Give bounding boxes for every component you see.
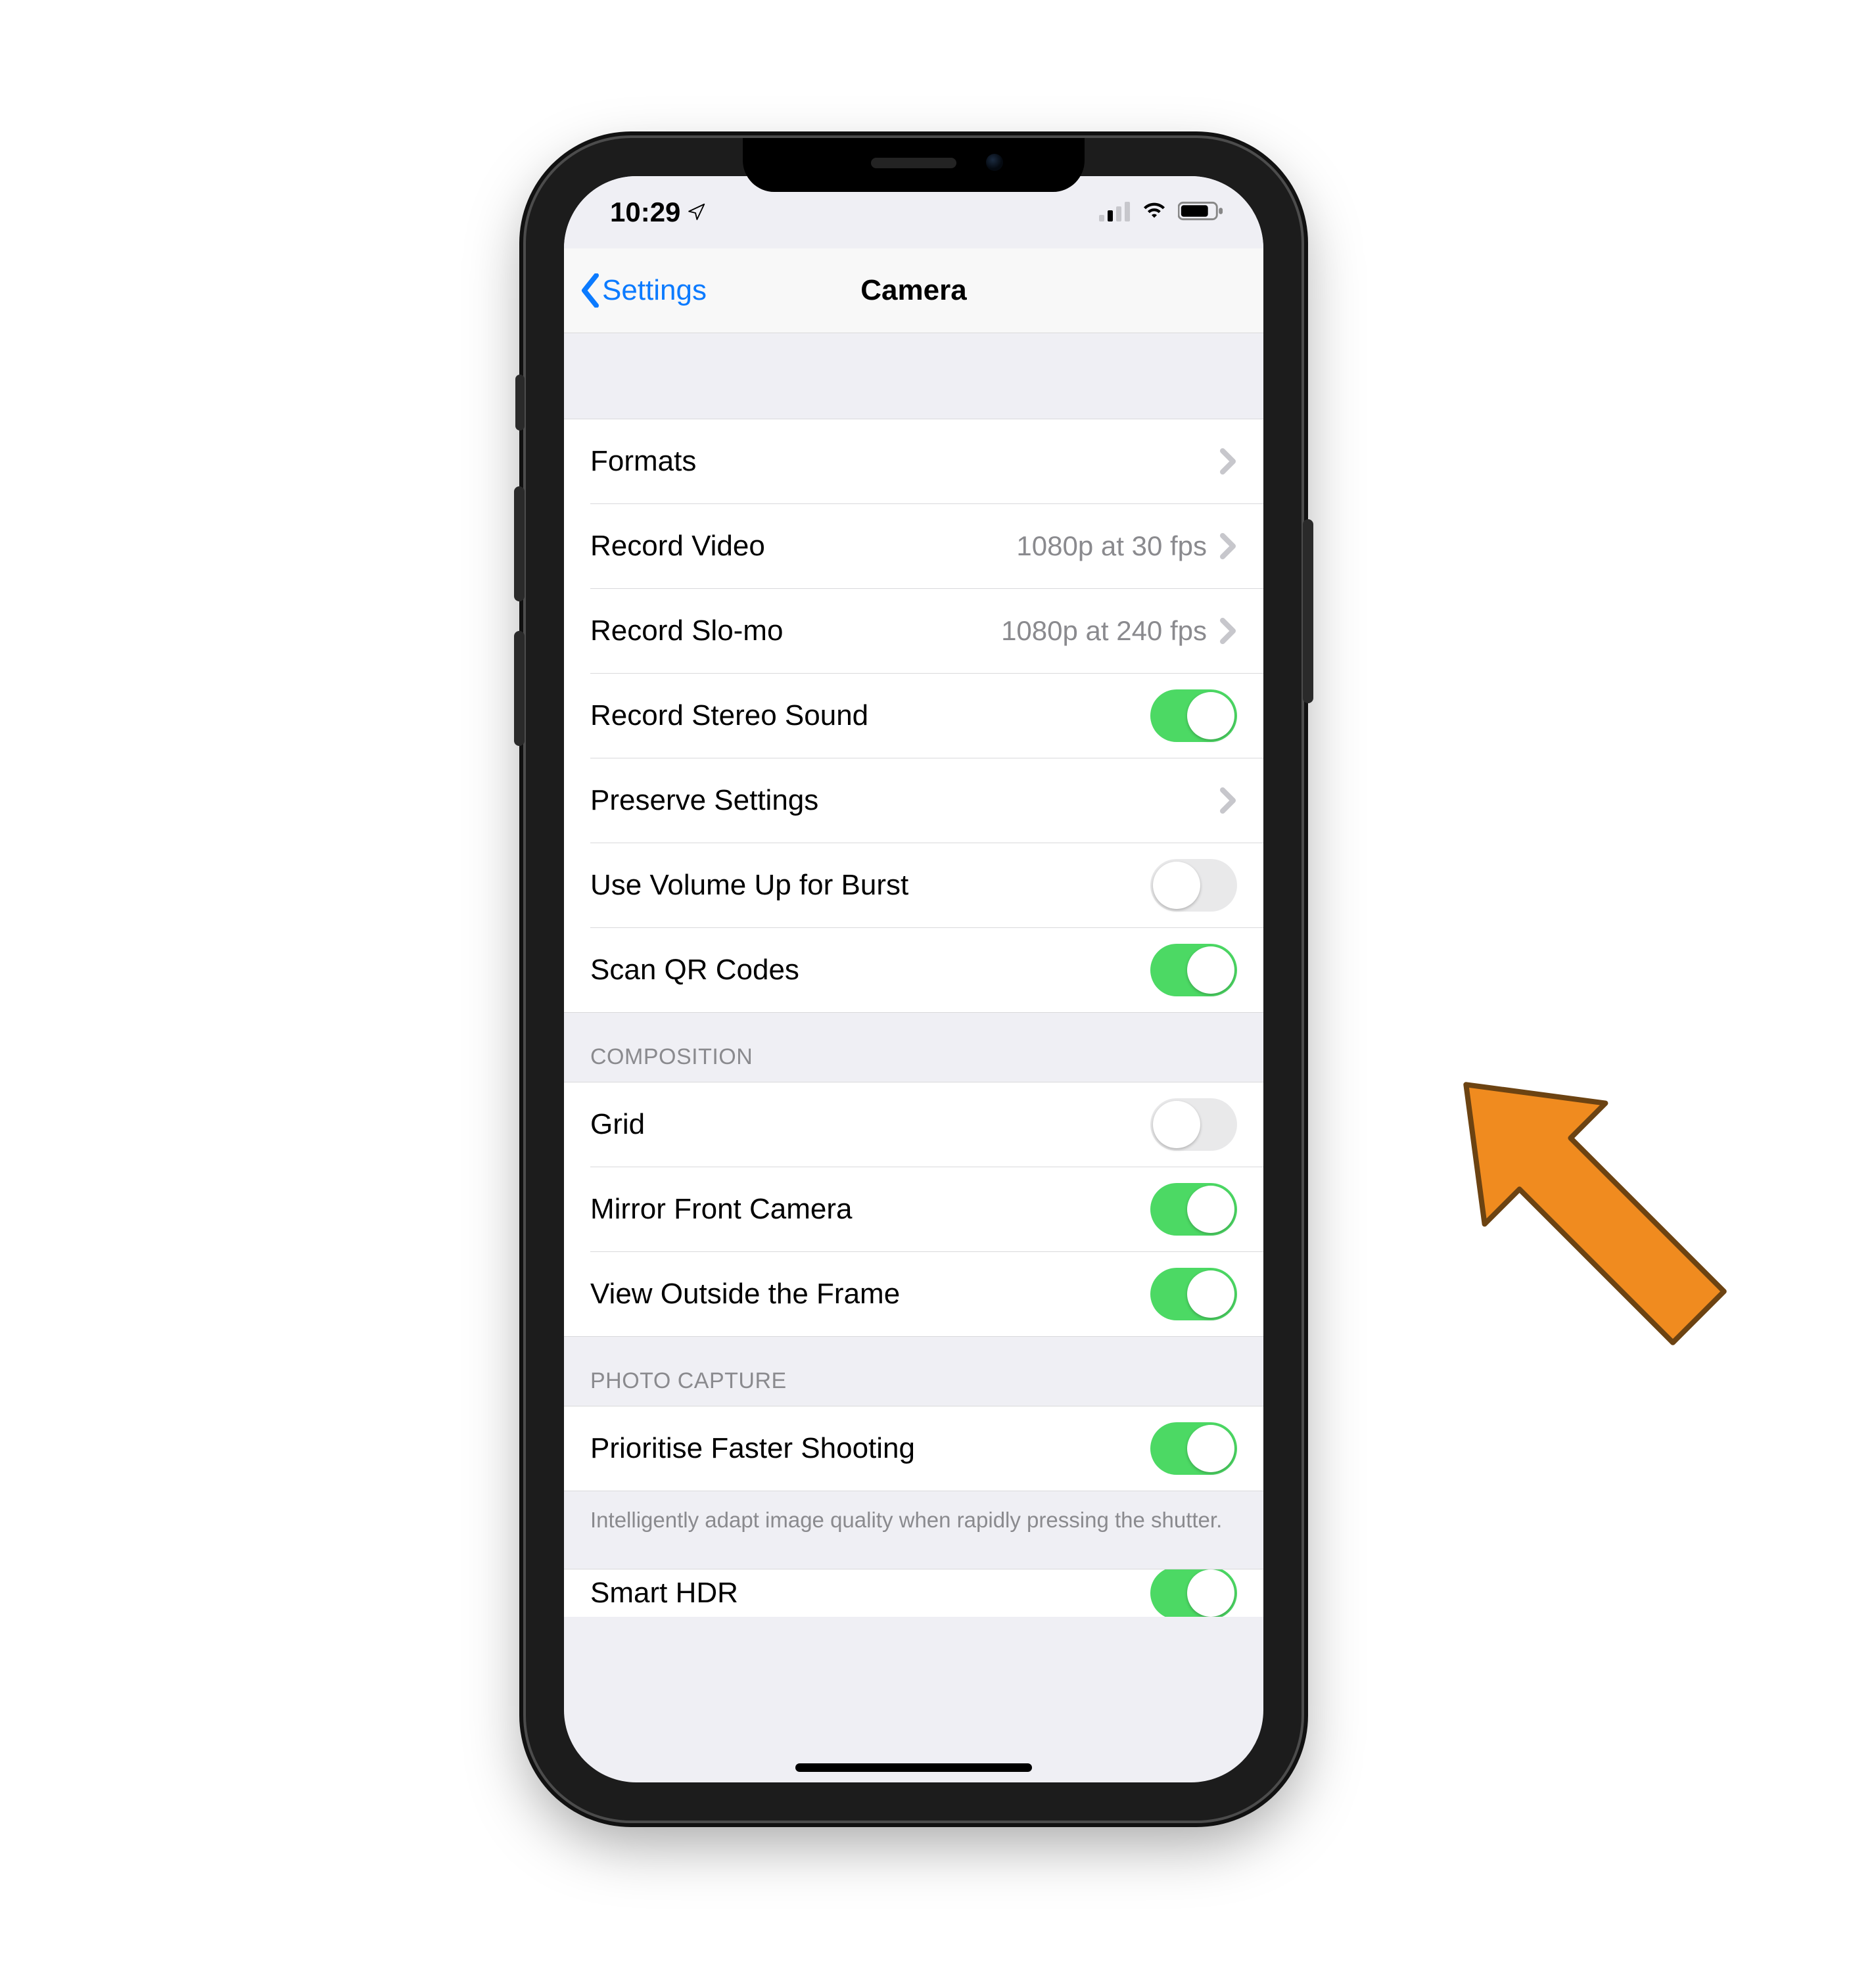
toggle-view-outside[interactable] xyxy=(1150,1268,1237,1320)
toggle-grid[interactable] xyxy=(1150,1098,1237,1151)
status-time: 10:29 xyxy=(610,197,680,228)
row-preserve-settings[interactable]: Preserve Settings xyxy=(590,758,1263,843)
volume-down-button xyxy=(514,631,525,746)
home-indicator xyxy=(795,1763,1032,1772)
cell-signal-icon xyxy=(1099,197,1131,228)
row-view-outside: View Outside the Frame xyxy=(590,1251,1263,1336)
toggle-volume-burst[interactable] xyxy=(1150,859,1237,912)
phone-screen: 10:29 xyxy=(564,176,1263,1782)
group-general: Formats Record Video 1080p at 30 fps Rec… xyxy=(564,419,1263,1013)
footer-prioritise: Intelligently adapt image quality when r… xyxy=(564,1491,1263,1536)
chevron-left-icon xyxy=(580,273,601,308)
battery-icon xyxy=(1178,197,1224,228)
location-icon xyxy=(687,197,707,228)
chevron-right-icon xyxy=(1220,448,1237,475)
chevron-right-icon xyxy=(1220,533,1237,559)
label-formats: Formats xyxy=(590,445,696,478)
row-record-stereo: Record Stereo Sound xyxy=(590,673,1263,758)
page-title: Camera xyxy=(860,274,966,307)
label-prioritise: Prioritise Faster Shooting xyxy=(590,1432,915,1465)
row-volume-burst: Use Volume Up for Burst xyxy=(590,843,1263,927)
toggle-smart-hdr[interactable] xyxy=(1150,1569,1237,1617)
row-mirror-front-camera: Mirror Front Camera xyxy=(590,1167,1263,1251)
volume-up-button xyxy=(514,486,525,601)
detail-record-slomo: 1080p at 240 fps xyxy=(1001,615,1207,647)
section-header-capture: PHOTO CAPTURE xyxy=(564,1337,1263,1406)
toggle-prioritise[interactable] xyxy=(1150,1422,1237,1475)
row-record-video[interactable]: Record Video 1080p at 30 fps xyxy=(590,503,1263,588)
chevron-right-icon xyxy=(1220,618,1237,644)
toggle-scan-qr[interactable] xyxy=(1150,944,1237,996)
label-view-outside: View Outside the Frame xyxy=(590,1278,900,1311)
notch xyxy=(743,138,1085,192)
label-smart-hdr: Smart HDR xyxy=(590,1577,738,1610)
label-record-stereo: Record Stereo Sound xyxy=(590,699,868,732)
phone-mockup: 10:29 xyxy=(526,138,1301,1821)
mute-switch xyxy=(515,375,525,430)
settings-scroll[interactable]: Formats Record Video 1080p at 30 fps Rec… xyxy=(564,333,1263,1782)
label-record-slomo: Record Slo-mo xyxy=(590,615,783,647)
toggle-record-stereo[interactable] xyxy=(1150,689,1237,742)
power-button xyxy=(1303,519,1313,703)
row-grid: Grid xyxy=(564,1082,1263,1167)
annotation-arrow xyxy=(1380,1025,1775,1367)
row-record-slomo[interactable]: Record Slo-mo 1080p at 240 fps xyxy=(590,588,1263,673)
spacer xyxy=(564,333,1263,419)
label-grid: Grid xyxy=(590,1108,645,1141)
label-preserve: Preserve Settings xyxy=(590,784,818,817)
row-prioritise-shooting: Prioritise Faster Shooting xyxy=(564,1406,1263,1491)
toggle-mirror[interactable] xyxy=(1150,1183,1237,1236)
nav-bar: Settings Camera xyxy=(564,248,1263,333)
row-scan-qr: Scan QR Codes xyxy=(590,927,1263,1012)
label-scan-qr: Scan QR Codes xyxy=(590,954,799,986)
back-button[interactable]: Settings xyxy=(580,248,707,333)
section-header-composition: COMPOSITION xyxy=(564,1013,1263,1082)
label-volume-burst: Use Volume Up for Burst xyxy=(590,869,908,902)
group-composition: Grid Mirror Front Camera View Outside th… xyxy=(564,1082,1263,1337)
label-mirror: Mirror Front Camera xyxy=(590,1193,853,1226)
row-smart-hdr: Smart HDR xyxy=(564,1569,1263,1617)
detail-record-video: 1080p at 30 fps xyxy=(1016,530,1207,562)
row-formats[interactable]: Formats xyxy=(564,419,1263,503)
chevron-right-icon xyxy=(1220,787,1237,814)
label-record-video: Record Video xyxy=(590,530,765,563)
wifi-icon xyxy=(1140,197,1169,228)
group-capture: Prioritise Faster Shooting xyxy=(564,1406,1263,1491)
back-label: Settings xyxy=(602,274,707,307)
